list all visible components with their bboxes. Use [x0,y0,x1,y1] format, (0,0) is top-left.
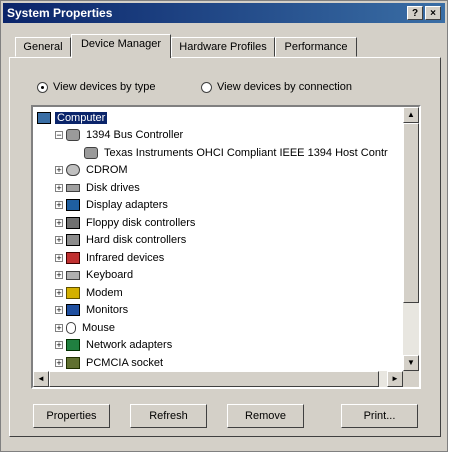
tree-item-label: 1394 Bus Controller [86,129,184,141]
tree-item[interactable]: Computer [37,109,108,126]
expand-icon[interactable]: + [55,323,63,332]
collapse-icon[interactable]: − [55,131,63,140]
tree-item-label: Hard disk controllers [86,234,187,246]
monitor-icon [66,304,80,316]
tree-item[interactable]: Texas Instruments OHCI Compliant IEEE 13… [73,144,390,161]
expand-icon[interactable]: + [55,271,63,280]
tree-item[interactable]: + Infrared devices [55,249,166,266]
system-properties-window: System Properties ? × General Device Man… [0,0,448,452]
infrared-icon [66,251,80,264]
tree-item[interactable]: + Modem [55,284,125,301]
tree-item-label: Floppy disk controllers [86,216,196,229]
tree-item[interactable]: + Monitors [55,302,130,319]
tree-item[interactable]: + Hard disk controllers [55,232,188,249]
expand-icon[interactable]: + [55,253,63,262]
close-button[interactable]: × [425,6,441,20]
expand-icon[interactable]: + [55,218,63,227]
tree-item-label: Network adapters [86,339,173,351]
tree-item-label: Infrared devices [86,251,165,264]
help-button[interactable]: ? [407,6,423,20]
tree-item-label: PCMCIA socket [86,356,164,369]
print-button[interactable]: Print... [341,404,418,428]
title-bar[interactable]: System Properties ? × [3,3,445,23]
scroll-left-button[interactable]: ◄ [33,371,49,387]
radio-unselected-icon [201,81,212,93]
expand-icon[interactable]: + [55,341,63,350]
floppy-controller-icon [66,216,80,229]
radio-selected-icon [37,81,48,93]
view-by-connection-radio[interactable]: View devices by connection [201,81,352,93]
tree-item-label: Texas Instruments OHCI Compliant IEEE 13… [104,146,388,159]
hard-disk-controller-icon [66,234,80,246]
refresh-button[interactable]: Refresh [130,404,207,428]
tree-item[interactable]: + CDROM [55,162,130,179]
tab-device-manager[interactable]: Device Manager [71,34,171,58]
vertical-scrollbar[interactable]: ▲ ▼ [403,107,419,371]
remove-button[interactable]: Remove [227,404,304,428]
tree-item-label: Disk drives [86,181,140,194]
disk-drive-icon [66,183,80,192]
tree-item-label: Monitors [86,304,129,316]
tree-item-label: Mouse [82,321,116,334]
cdrom-icon [66,164,80,176]
bus-controller-icon [84,146,98,159]
tree-item-label: Display adapters [86,199,168,211]
mouse-icon [66,321,76,334]
device-tree[interactable]: Computer − 1394 Bus Controller Texas Instru… [31,105,421,389]
horizontal-scroll-thumb[interactable] [49,371,379,387]
tree-item[interactable]: + Mouse [55,319,117,336]
expand-icon[interactable]: + [55,306,63,315]
expand-icon[interactable]: + [55,166,63,175]
expand-icon[interactable]: + [55,201,63,210]
tree-item-label: Keyboard [86,269,134,281]
tree-item-label: CDROM [86,164,128,176]
bus-controller-icon [66,129,80,141]
tab-performance[interactable]: Performance [275,37,357,57]
view-by-type-radio[interactable]: View devices by type [37,81,156,93]
expand-icon[interactable]: + [55,183,63,192]
view-by-connection-label: View devices by connection [217,81,352,93]
keyboard-icon [66,270,80,280]
display-adapter-icon [66,199,80,211]
pcmcia-icon [66,356,80,369]
tree-item[interactable]: + Network adapters [55,337,174,354]
window-title: System Properties [7,6,113,20]
tree-item[interactable]: + Display adapters [55,197,170,214]
vertical-scroll-thumb[interactable] [403,123,419,303]
horizontal-scrollbar[interactable]: ◄ ► [33,371,403,387]
tab-hardware-profiles[interactable]: Hardware Profiles [171,37,275,57]
scroll-right-button[interactable]: ► [387,371,403,387]
computer-icon [37,111,51,124]
tree-item[interactable]: − 1394 Bus Controller [55,127,185,144]
properties-button[interactable]: Properties [33,404,110,428]
tree-item[interactable]: + Disk drives [55,179,142,196]
modem-icon [66,286,80,299]
tree-item[interactable]: + Keyboard [55,267,135,284]
scrollbar-corner [403,371,419,387]
scroll-down-button[interactable]: ▼ [403,355,419,371]
tree-item-label: Modem [86,286,123,299]
tab-general[interactable]: General [15,37,71,57]
tree-item[interactable]: + Floppy disk controllers [55,214,197,231]
expand-icon[interactable]: + [55,288,63,297]
expand-icon[interactable]: + [55,358,63,367]
tree-item-label: Computer [55,111,108,124]
scroll-up-button[interactable]: ▲ [403,107,419,123]
tree-item[interactable]: + PCMCIA socket [55,354,165,371]
network-adapter-icon [66,339,80,351]
expand-icon[interactable]: + [55,236,63,245]
view-by-type-label: View devices by type [53,81,156,93]
